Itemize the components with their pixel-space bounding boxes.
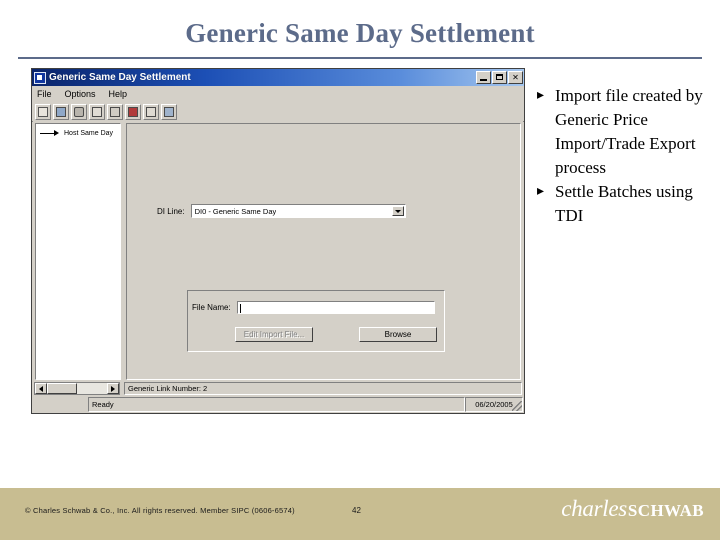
toolbar-button-print[interactable] [71,103,87,120]
chevron-down-icon[interactable] [391,206,404,216]
maximize-icon [496,74,503,80]
toolbar [32,102,524,122]
tree-item-host-same-day[interactable]: Host Same Day [38,130,120,137]
charles-schwab-logo: charles SCHWAB [561,496,704,522]
document-icon [92,106,102,117]
di-line-value: DI0 - Generic Same Day [194,206,277,216]
menu-bar: File Options Help [32,86,524,102]
menu-item-options[interactable]: Options [63,89,98,99]
menu-item-help[interactable]: Help [107,89,130,99]
toolbar-button-mail[interactable] [53,103,69,120]
bullet-text: Settle Batches using TDI [555,182,693,225]
application-icon [34,71,46,84]
browse-button[interactable]: Browse [359,327,437,342]
page-title: Generic Same Day Settlement [185,18,535,48]
clock-icon [110,106,120,117]
minimize-button[interactable] [476,71,491,84]
scroll-right-button[interactable] [107,383,119,394]
toolbar-button-document[interactable] [89,103,105,120]
scrollbar-track[interactable] [77,383,107,394]
scroll-left-button[interactable] [35,383,47,394]
form-panel: DI Line: DI0 - Generic Same Day File Nam… [126,123,521,380]
logo-primary-text: charles [561,496,627,521]
toolbar-button-export[interactable] [161,103,177,120]
status-message: Ready [88,397,465,412]
arrow-left-icon [39,385,43,392]
arrow-right-icon [38,130,62,137]
toolbar-button-settle[interactable] [125,103,141,120]
application-window: Generic Same Day Settlement ✕ File Optio… [31,68,525,414]
menu-item-file[interactable]: File [35,89,54,99]
minimize-icon [480,79,487,81]
copyright-text: © Charles Schwab & Co., Inc. All rights … [25,506,295,515]
list-item: ▸ Import file created by Generic Price I… [533,84,713,180]
page-number: 42 [352,506,361,515]
file-name-input[interactable] [236,301,435,314]
toolbar-button-help[interactable] [35,103,51,120]
file-name-row: File Name: [192,301,435,314]
export-icon [164,106,174,117]
mail-icon [56,106,66,117]
help-icon [38,106,48,117]
status-bar: Ready 06/20/2005 [33,397,523,412]
di-line-label: DI Line: [157,206,185,216]
tree-panel[interactable]: Host Same Day [35,123,121,380]
toolbar-button-edit[interactable] [143,103,159,120]
bullet-marker-icon: ▸ [537,184,545,199]
file-name-label: File Name: [192,303,231,312]
window-titlebar[interactable]: Generic Same Day Settlement ✕ [32,69,524,86]
di-line-combobox[interactable]: DI0 - Generic Same Day [190,204,406,218]
toolbar-button-clock[interactable] [107,103,123,120]
scrollbar-thumb[interactable] [47,383,77,394]
di-line-row: DI Line: DI0 - Generic Same Day [157,204,406,218]
arrow-right-icon [111,385,115,392]
window-title: Generic Same Day Settlement [49,72,191,83]
maximize-button[interactable] [492,71,507,84]
logo-secondary-text: SCHWAB [627,501,704,520]
print-icon [74,106,84,117]
link-info-bar: Generic Link Number: 2 [124,382,522,395]
window-controls: ✕ [476,71,523,84]
horizontal-scrollbar[interactable] [34,382,120,395]
edit-icon [146,106,156,117]
bullet-text: Import file created by Generic Price Imp… [555,86,703,177]
close-button[interactable]: ✕ [508,71,523,84]
list-item: ▸ Settle Batches using TDI [533,180,713,228]
file-group-box: File Name: Edit Import File... Browse [187,290,445,352]
bullet-marker-icon: ▸ [537,88,545,103]
title-divider [18,57,702,59]
slide-footer: © Charles Schwab & Co., Inc. All rights … [0,488,720,540]
client-area: Host Same Day DI Line: DI0 - Generic Sam… [33,121,523,380]
settle-icon [128,106,138,117]
resize-grip-icon[interactable] [512,401,522,411]
bullet-list: ▸ Import file created by Generic Price I… [533,84,713,228]
tree-item-label: Host Same Day [64,130,114,137]
edit-import-file-button[interactable]: Edit Import File... [235,327,313,342]
